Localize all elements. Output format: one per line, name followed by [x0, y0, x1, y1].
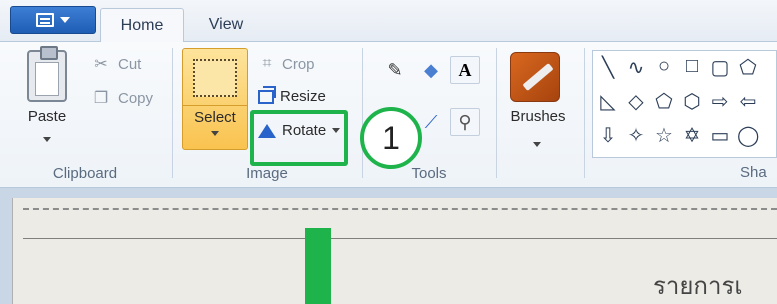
pencil-icon[interactable]: ✎ [380, 56, 410, 84]
six-point-star-shape-icon[interactable]: ✡ [681, 123, 703, 148]
diamond-shape-icon[interactable]: ◇ [625, 89, 647, 114]
oval-shape-icon[interactable]: ○ [653, 55, 675, 80]
chevron-down-icon [533, 142, 541, 147]
ribbon-tab-strip: Home View [0, 0, 777, 43]
text-tool-icon[interactable]: A [450, 56, 480, 84]
selection-marquee-icon [193, 59, 237, 97]
shapes-gallery[interactable]: ╲ ∿ ○ □ ▢ ⬠ ◺ ◇ ⬠ ⬡ ⇨ ⇦ ⇩ ✧ ☆ ✡ ▭ ◯ [592, 50, 777, 158]
file-menu-button[interactable] [10, 6, 96, 34]
canvas-image[interactable]: รายการเ [12, 198, 777, 304]
curve-shape-icon[interactable]: ∿ [625, 55, 647, 80]
cut-label: Cut [118, 55, 142, 73]
canvas-workspace: รายการเ [0, 188, 777, 304]
line-shape-icon[interactable]: ╲ [597, 55, 619, 80]
cut-button[interactable]: ✂ Cut [92, 54, 141, 74]
step-callout: 1 [360, 107, 422, 169]
shapes-group-label: Sha [740, 164, 767, 181]
chevron-down-icon [60, 17, 70, 23]
image-group-label: Image [246, 165, 288, 182]
callout-rect-shape-icon[interactable]: ▭ [709, 123, 731, 148]
paste-button[interactable]: Paste [22, 46, 72, 147]
pentagon-shape-icon[interactable]: ⬠ [653, 89, 675, 114]
callout-oval-shape-icon[interactable]: ◯ [737, 123, 759, 148]
brushes-icon[interactable] [510, 52, 560, 102]
green-annotation-bar [305, 228, 331, 304]
tab-view[interactable]: View [196, 8, 256, 42]
left-arrow-shape-icon[interactable]: ⇦ [737, 89, 759, 114]
triangle-shape-icon[interactable]: ◺ [597, 89, 619, 114]
tab-home[interactable]: Home [100, 8, 184, 43]
scissors-icon: ✂ [94, 56, 108, 73]
group-divider [496, 48, 497, 178]
chevron-down-icon [211, 131, 219, 136]
group-divider [172, 48, 173, 178]
group-divider [584, 48, 585, 178]
copy-button[interactable]: ❐ Copy [92, 88, 153, 108]
chevron-down-icon [43, 137, 51, 142]
copy-icon: ❐ [93, 90, 109, 107]
clipboard-group: Paste ✂ Cut ❐ Copy Clipboard [0, 42, 170, 188]
right-arrow-shape-icon[interactable]: ⇨ [709, 89, 731, 114]
brushes-label: Brushes [510, 108, 566, 125]
magnifier-icon[interactable]: ⚲ [450, 108, 480, 136]
polygon-shape-icon[interactable]: ⬠ [737, 55, 759, 80]
clipboard-icon [27, 46, 67, 102]
rounded-rectangle-shape-icon[interactable]: ▢ [709, 55, 731, 80]
canvas-text: รายการเ [653, 272, 743, 300]
paint-window: Home View Paste ✂ Cut ❐ Copy Clipboard I… [0, 0, 777, 304]
copy-label: Copy [118, 89, 154, 107]
four-point-star-shape-icon[interactable]: ✧ [625, 123, 647, 148]
paste-label: Paste [27, 108, 67, 125]
divider-line [23, 238, 777, 239]
ribbon: Paste ✂ Cut ❐ Copy Clipboard Image Selec… [0, 42, 777, 188]
resize-label: Resize [280, 88, 326, 105]
select-button[interactable]: Select [182, 48, 248, 150]
group-divider [362, 48, 363, 178]
resize-button[interactable]: Resize [258, 85, 326, 105]
rectangle-shape-icon[interactable]: □ [681, 55, 703, 80]
crop-icon: ⌗ [262, 55, 272, 72]
resize-icon [258, 85, 276, 104]
dashed-border-line [23, 208, 777, 210]
menu-icon [36, 13, 54, 27]
crop-label: Crop [282, 55, 315, 73]
hexagon-shape-icon[interactable]: ⬡ [681, 89, 703, 114]
resize-highlight-box [250, 110, 348, 166]
crop-button[interactable]: ⌗ Crop [258, 54, 315, 74]
down-arrow-shape-icon[interactable]: ⇩ [597, 123, 619, 148]
fill-bucket-icon[interactable]: ◆ [416, 56, 446, 84]
clipboard-group-label: Clipboard [52, 165, 118, 182]
five-point-star-shape-icon[interactable]: ☆ [653, 123, 675, 148]
